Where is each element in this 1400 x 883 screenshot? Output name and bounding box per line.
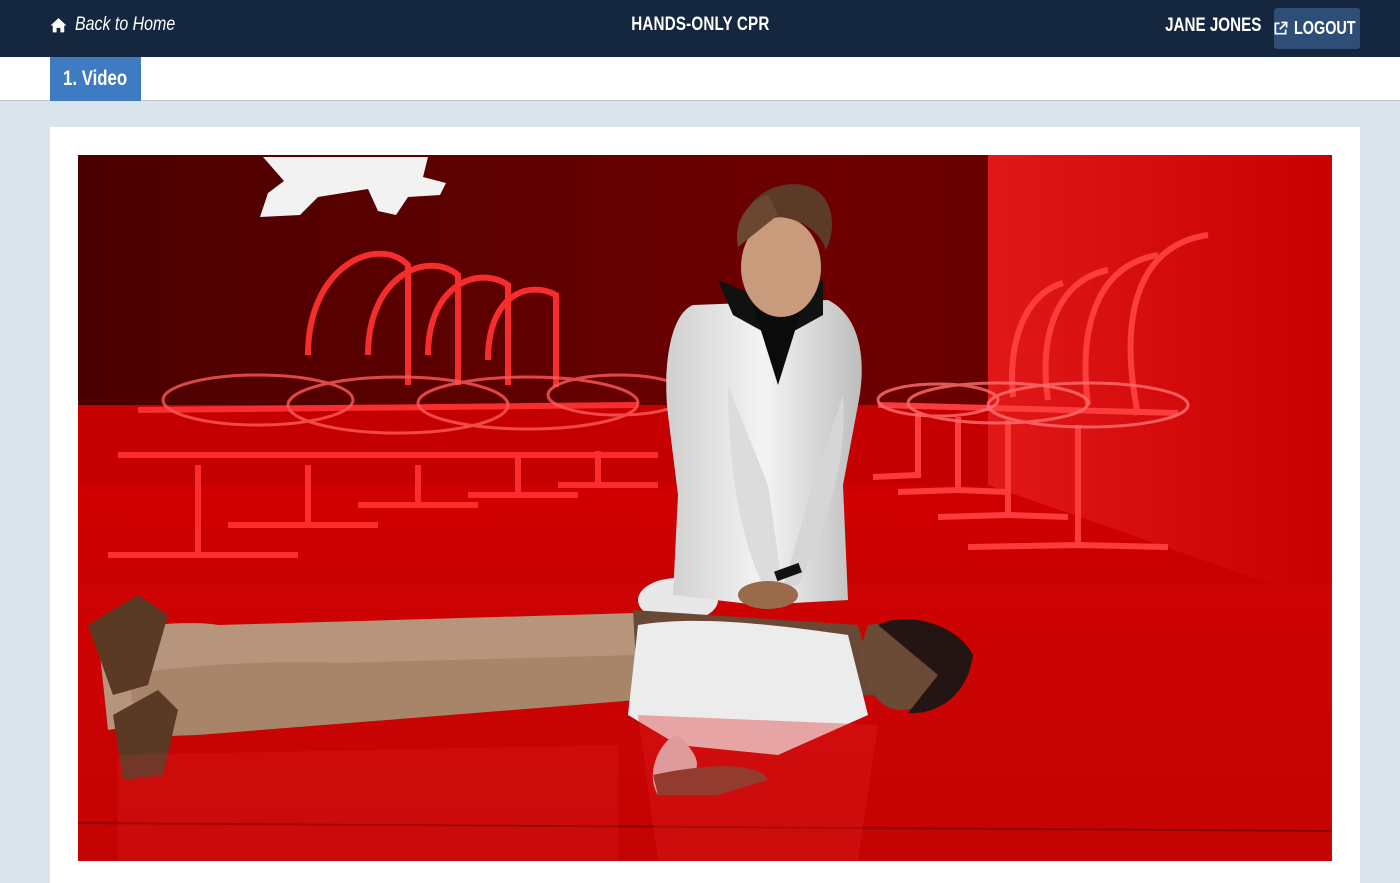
tab-video[interactable]: 1. Video	[50, 57, 141, 101]
video-frame-illustration	[78, 155, 1332, 861]
tab-video-label: 1. Video	[63, 67, 128, 90]
logout-button[interactable]: LOGOUT	[1274, 8, 1360, 49]
user-name: JANE JONES	[1164, 15, 1261, 36]
step-tab-bar: 1. Video	[0, 57, 1400, 101]
logout-label: LOGOUT	[1294, 18, 1356, 38]
page-title-text: HANDS-ONLY CPR	[630, 14, 770, 35]
top-navigation-bar: Back to Home HANDS-ONLY CPR JANE JONES L…	[0, 0, 1400, 57]
external-link-icon	[1273, 21, 1288, 36]
cpr-video-player[interactable]	[78, 155, 1332, 861]
